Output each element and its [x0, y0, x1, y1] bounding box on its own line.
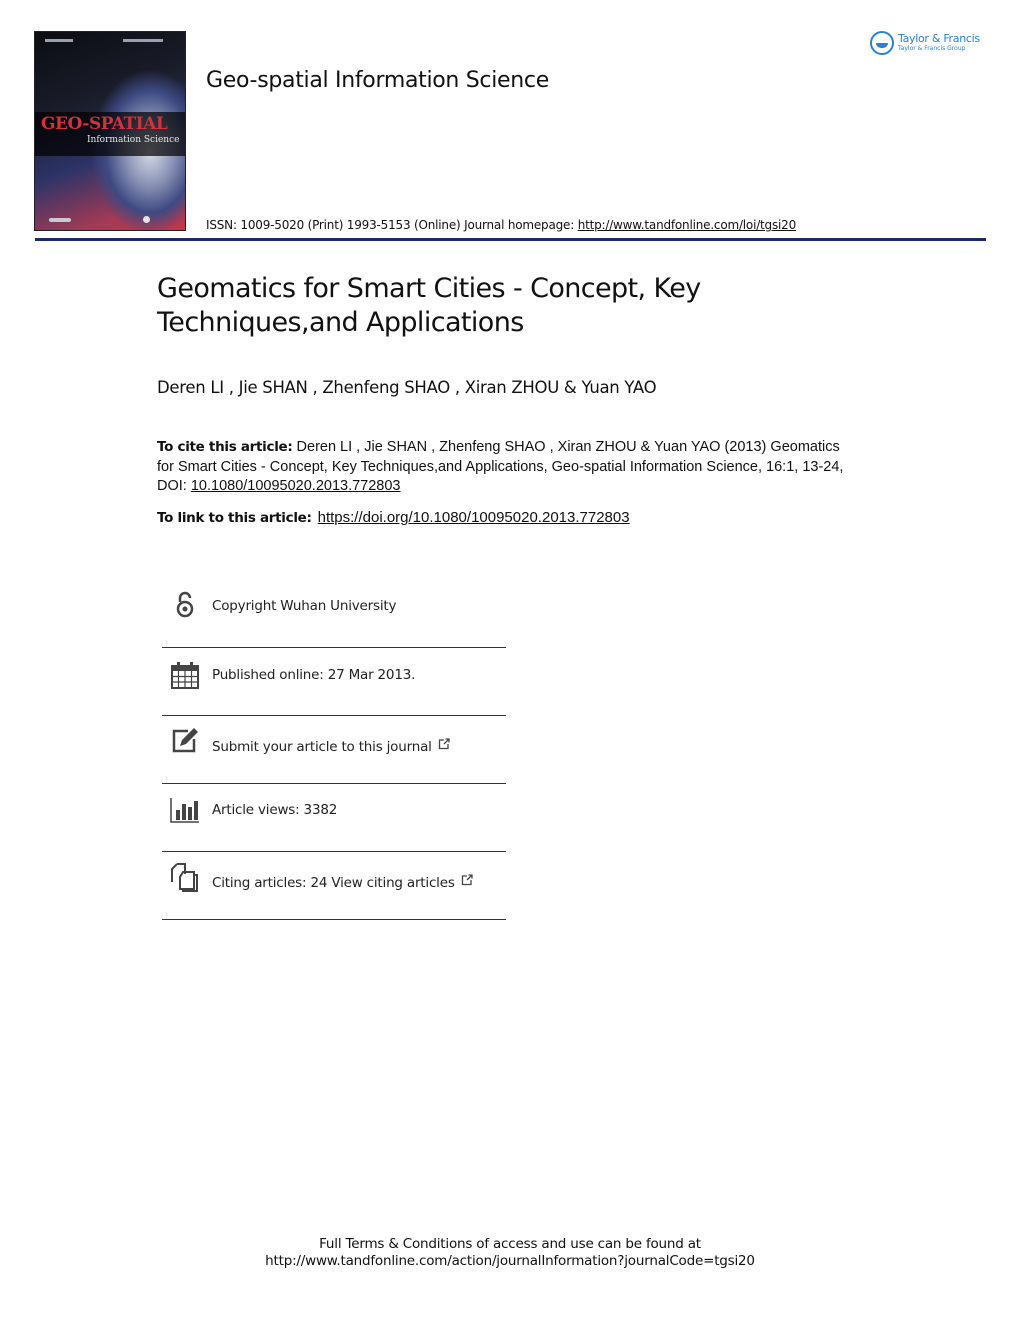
publisher-name: Taylor & Francis: [898, 32, 980, 45]
submit-article-link[interactable]: Submit your article to this journal: [212, 739, 432, 755]
cover-publisher-logo: [49, 218, 71, 222]
open-access-icon: [176, 591, 194, 618]
article-doi-url[interactable]: https://doi.org/10.1080/10095020.2013.77…: [318, 509, 630, 526]
citation-doi-link[interactable]: 10.1080/10095020.2013.772803: [191, 478, 401, 494]
article-authors: Deren LI , Jie SHAN , Zhenfeng SHAO , Xi…: [157, 378, 657, 397]
info-item-label: Published online: 27 Mar 2013.: [212, 667, 416, 683]
article-info-list: Copyright Wuhan University Published onl…: [162, 580, 506, 920]
calendar-icon: [171, 662, 199, 689]
info-item-label[interactable]: Citing articles: 24 View citing articles: [212, 874, 473, 891]
info-item-published: Published online: 27 Mar 2013.: [162, 648, 506, 716]
info-item-label: Article views: 3382: [212, 802, 338, 818]
publisher-group: Taylor & Francis Group: [898, 45, 966, 52]
journal-homepage-link[interactable]: http://www.tandfonline.com/loi/tgsi20: [578, 218, 797, 232]
cover-volume-text: [123, 39, 163, 42]
footer-terms-link[interactable]: http://www.tandfonline.com/action/journa…: [0, 1253, 1020, 1270]
external-link-icon: [461, 874, 473, 886]
info-item-label[interactable]: Submit your article to this journal: [212, 738, 450, 755]
cover-society-logo: [143, 216, 150, 223]
bar-chart-icon: [170, 798, 199, 823]
issn-line: ISSN: 1009-5020 (Print) 1993-5153 (Onlin…: [206, 218, 796, 232]
journal-title: Geo-spatial Information Science: [206, 68, 549, 93]
citation-block: To cite this article: Deren LI , Jie SHA…: [157, 438, 857, 497]
documents-icon: [171, 863, 198, 892]
info-item-views: Article views: 3382: [162, 784, 506, 852]
citation-label: To cite this article:: [157, 439, 293, 455]
edit-icon: [172, 728, 198, 753]
footer-terms: Full Terms & Conditions of access and us…: [0, 1236, 1020, 1270]
cover-issn-text: [45, 39, 73, 42]
cover-title: GEO-SPATIAL: [41, 114, 168, 134]
article-link-block: To link to this article: https://doi.org/…: [157, 509, 630, 526]
external-link-icon: [438, 738, 450, 750]
header-divider: [35, 238, 986, 241]
publisher-logo-icon: [870, 31, 894, 55]
journal-cover-image: GEO-SPATIAL Information Science: [35, 32, 185, 230]
info-item-citing[interactable]: Citing articles: 24 View citing articles: [162, 852, 506, 920]
info-item-submit[interactable]: Submit your article to this journal: [162, 716, 506, 784]
publisher-logo: Taylor & Francis Taylor & Francis Group: [870, 31, 980, 55]
article-link-label: To link to this article:: [157, 510, 312, 526]
footer-line-1: Full Terms & Conditions of access and us…: [319, 1236, 701, 1252]
info-item-copyright: Copyright Wuhan University: [162, 580, 506, 648]
issn-text: ISSN: 1009-5020 (Print) 1993-5153 (Onlin…: [206, 218, 578, 232]
info-item-label: Copyright Wuhan University: [212, 598, 397, 614]
article-title: Geomatics for Smart Cities - Concept, Ke…: [157, 273, 701, 338]
cover-subtitle: Information Science: [87, 135, 180, 145]
view-citing-articles-link[interactable]: Citing articles: 24 View citing articles: [212, 875, 455, 891]
